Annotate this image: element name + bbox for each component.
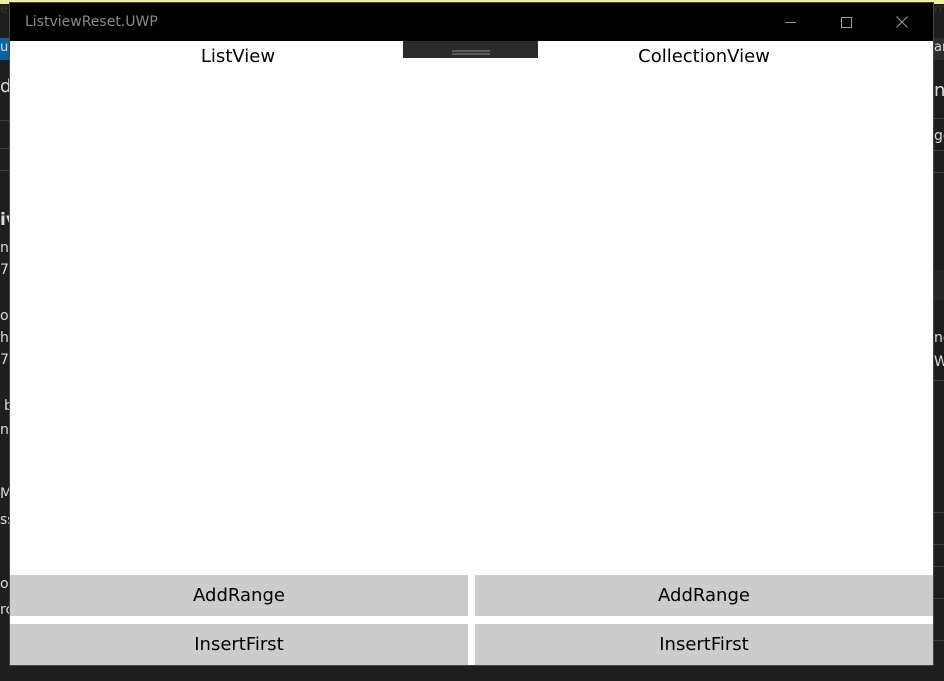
maximize-icon: [840, 13, 852, 32]
background-divider: [933, 566, 944, 567]
background-divider: [933, 172, 944, 173]
minimize-icon: [784, 13, 796, 32]
background-divider: [933, 380, 944, 381]
background-divider: [0, 148, 10, 149]
background-text: ge: [934, 128, 944, 144]
collectionview[interactable]: [475, 77, 933, 571]
background-divider: [933, 512, 944, 513]
background-text: W: [934, 354, 944, 370]
background-text: m: [934, 2, 944, 17]
background-text: u: [0, 40, 9, 55]
listview-add-range-button[interactable]: AddRange: [10, 575, 468, 616]
maximize-button[interactable]: [818, 3, 874, 41]
background-divider: [933, 118, 944, 119]
background-divider: [933, 640, 944, 641]
app-window: ListviewReset.UWP ListView CollectionVie…: [10, 3, 933, 665]
listview-header: ListView: [200, 46, 276, 67]
background-text: nc: [934, 80, 944, 101]
page-content: ListView CollectionView AddRange AddRang…: [10, 41, 933, 665]
collectionview-add-range-button[interactable]: AddRange: [475, 575, 933, 616]
background-divider: [0, 170, 10, 171]
background-divider: [933, 150, 944, 151]
background-text: nc: [934, 330, 944, 346]
minimize-button[interactable]: [762, 3, 818, 41]
window-title: ListviewReset.UWP: [25, 14, 158, 30]
background-panel: [932, 270, 944, 300]
drag-handle[interactable]: [403, 41, 538, 58]
background-divider: [933, 544, 944, 545]
background-divider: [933, 598, 944, 599]
close-icon: [896, 13, 908, 32]
background-bottom-bar: [0, 666, 944, 681]
drag-handle-icon: [451, 40, 490, 59]
title-bar[interactable]: ListviewReset.UWP: [10, 3, 933, 41]
close-button[interactable]: [874, 3, 930, 41]
collectionview-insert-first-button[interactable]: InsertFirst: [475, 624, 933, 665]
background-text: an: [934, 40, 944, 55]
background-divider: [0, 120, 10, 121]
collectionview-header: CollectionView: [638, 46, 770, 67]
listview[interactable]: [10, 77, 466, 571]
listview-insert-first-button[interactable]: InsertFirst: [10, 624, 468, 665]
